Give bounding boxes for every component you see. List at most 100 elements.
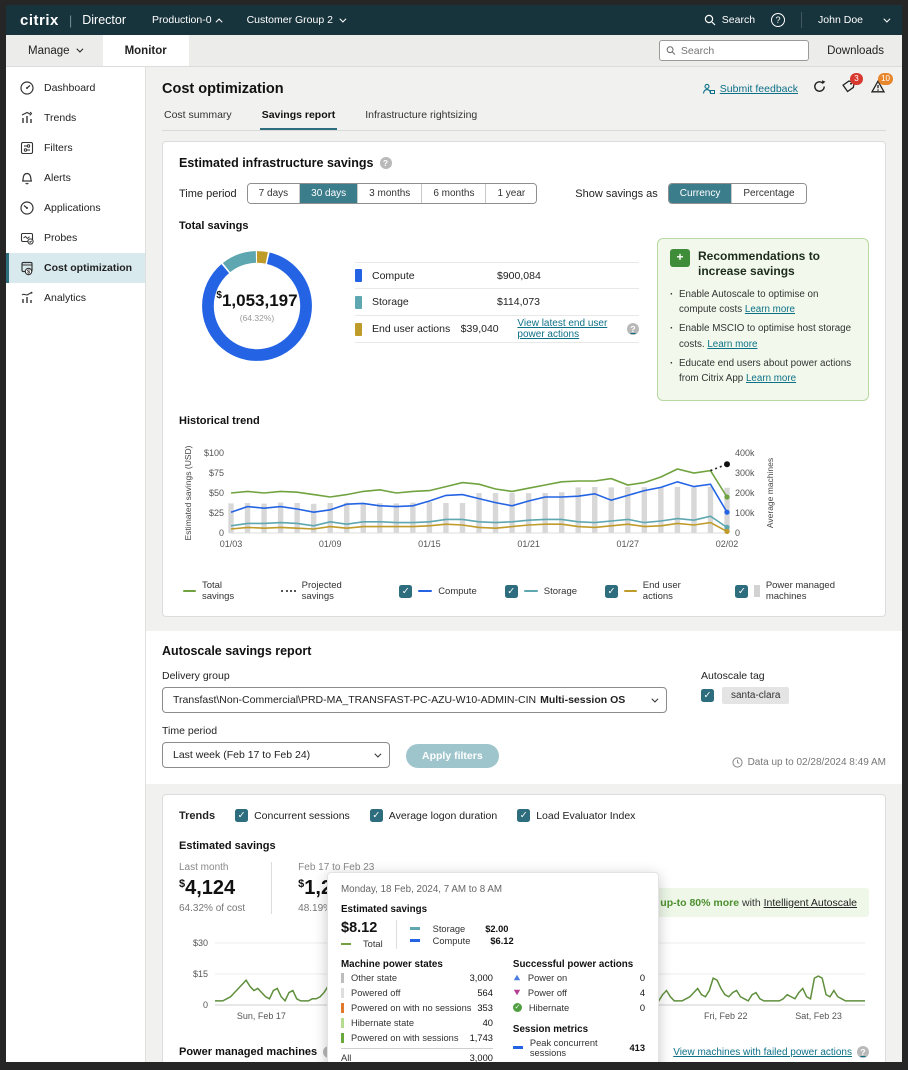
learn-more-link[interactable]: Learn more	[707, 339, 757, 350]
time-period-segmented-control: 7 days 30 days 3 months 6 months 1 year	[247, 183, 538, 204]
svg-text:01/03: 01/03	[220, 539, 243, 549]
legend-projected-savings: Projected savings	[281, 580, 371, 602]
refresh-button[interactable]	[812, 79, 827, 99]
svg-text:0: 0	[219, 528, 224, 538]
chevron-down-icon	[339, 15, 346, 22]
customer-group-selector[interactable]: Customer Group 2	[247, 14, 344, 26]
autoscale-tag-label: Autoscale tag	[701, 670, 789, 682]
section-title: Estimated infrastructure savings	[179, 156, 374, 170]
checkbox-checked[interactable]	[605, 585, 618, 598]
global-search-button[interactable]: Search	[704, 14, 755, 26]
time-period-select[interactable]: Last week (Feb 17 to Feb 24)	[162, 742, 390, 768]
historical-trend-chart[interactable]: $100$75$50$250400k300k200k100k0Estimated…	[179, 439, 869, 576]
estimated-infrastructure-savings-card: Estimated infrastructure savings? Time p…	[162, 141, 886, 617]
recommendations-panel: + Recommendations to increase savings En…	[657, 238, 869, 401]
apply-filters-button[interactable]: Apply filters	[406, 744, 499, 768]
period-3-months[interactable]: 3 months	[357, 184, 421, 203]
tagged-alerts-button[interactable]: 3	[841, 79, 856, 99]
mode-percentage[interactable]: Percentage	[731, 184, 805, 203]
sidebar-item-analytics[interactable]: Analytics	[6, 283, 145, 313]
time-period-label: Time period	[162, 725, 390, 737]
total-savings-donut-chart[interactable]: $1,053,197 (64.32%)	[193, 242, 321, 370]
learn-more-link[interactable]: Learn more	[746, 373, 796, 384]
svg-text:Fri, Feb 22: Fri, Feb 22	[704, 1011, 748, 1021]
help-icon[interactable]: ?	[771, 13, 785, 27]
period-6-months[interactable]: 6 months	[421, 184, 485, 203]
checkbox-checked[interactable]	[399, 585, 412, 598]
checkbox-checked[interactable]	[235, 809, 248, 822]
power-managed-machines-label: Power managed machines	[179, 1046, 317, 1058]
svg-text:100k: 100k	[735, 508, 755, 518]
user-menu[interactable]: John Doe	[818, 14, 888, 26]
chevron-down-icon	[883, 15, 890, 22]
concurrent-sessions-toggle[interactable]: Concurrent sessions	[235, 809, 350, 822]
help-icon[interactable]: ?	[857, 1046, 869, 1058]
tab-savings-report[interactable]: Savings report	[260, 109, 338, 130]
probes-icon	[19, 230, 35, 246]
sidebar-item-trends[interactable]: Trends	[6, 103, 145, 133]
checkbox-checked[interactable]	[370, 809, 383, 822]
legend-total-savings: Total savings	[183, 580, 253, 602]
view-failed-power-actions-link[interactable]: View machines with failed power actions?	[673, 1046, 869, 1058]
svg-text:300k: 300k	[735, 468, 755, 478]
manage-menu[interactable]: Manage	[6, 35, 103, 66]
session-metrics-label: Session metrics	[513, 1024, 645, 1035]
historical-trend-legend: Total savings Projected savings Compute …	[179, 580, 869, 602]
period-1-year[interactable]: 1 year	[485, 184, 536, 203]
autoscale-tag-checkbox[interactable]	[701, 689, 714, 702]
tooltip-total-savings: $8.12	[341, 920, 383, 936]
total-savings-label: Total savings	[179, 220, 869, 232]
learn-more-link[interactable]: Learn more	[745, 304, 795, 315]
checkbox-checked[interactable]	[735, 585, 748, 598]
donut-legend: Compute $900,084 Storage $114,073 End us…	[355, 262, 639, 401]
refresh-icon	[812, 79, 827, 94]
sidebar-item-filters[interactable]: Filters	[6, 133, 145, 163]
storage-swatch	[355, 296, 362, 309]
alerts-button[interactable]: 10	[870, 79, 886, 99]
intelligent-autoscale-link[interactable]: Intelligent Autoscale	[764, 897, 857, 909]
submit-feedback-link[interactable]: Submit feedback	[702, 83, 798, 95]
tab-cost-summary[interactable]: Cost summary	[162, 109, 234, 130]
svg-text:$15: $15	[193, 969, 208, 979]
sidebar-item-dashboard[interactable]: Dashboard	[6, 73, 145, 103]
period-7-days[interactable]: 7 days	[248, 184, 299, 203]
tooltip-estimated-savings-label: Estimated savings	[341, 904, 645, 915]
legend-storage-toggle[interactable]: Storage	[505, 585, 577, 598]
cost-optimization-icon: $	[19, 260, 35, 276]
top-bar: citrix | Director Production-0 Customer …	[6, 5, 902, 35]
sidebar-item-probes[interactable]: Probes	[6, 223, 145, 253]
sidebar-item-cost-optimization[interactable]: $ Cost optimization	[6, 253, 145, 283]
tab-infrastructure-rightsizing[interactable]: Infrastructure rightsizing	[363, 109, 479, 130]
help-icon[interactable]: ?	[380, 157, 392, 169]
sidebar-item-applications[interactable]: Applications	[6, 193, 145, 223]
period-30-days[interactable]: 30 days	[299, 184, 357, 203]
svg-text:0: 0	[735, 528, 740, 538]
environment-selector[interactable]: Production-0	[152, 14, 223, 26]
search-input[interactable]	[681, 45, 802, 57]
view-end-user-power-actions-link[interactable]: View latest end user power actions?	[517, 318, 639, 340]
legend-compute-toggle[interactable]: Compute	[399, 585, 477, 598]
autoscale-tag-chip[interactable]: santa-clara	[722, 687, 789, 704]
filters-icon	[19, 140, 35, 156]
tag-badge: 3	[850, 73, 863, 85]
checkbox-checked[interactable]	[505, 585, 518, 598]
downloads-link[interactable]: Downloads	[827, 45, 884, 57]
load-evaluator-index-toggle[interactable]: Load Evaluator Index	[517, 809, 635, 822]
legend-power-managed-machines-toggle[interactable]: Power managed machines	[735, 580, 869, 602]
svg-text:$30: $30	[193, 938, 208, 948]
data-upto-status: Data up to 02/28/2024 8:49 AM	[732, 757, 886, 768]
checkbox-checked[interactable]	[517, 809, 530, 822]
monitor-tab[interactable]: Monitor	[103, 35, 189, 66]
average-logon-duration-toggle[interactable]: Average logon duration	[370, 809, 497, 822]
alert-badge: 10	[878, 73, 893, 85]
delivery-group-select[interactable]: Transfast\Non-Commercial\PRD-MA_TRANSFAS…	[162, 687, 667, 713]
chevron-down-icon	[651, 695, 658, 702]
citrix-logo: citrix	[20, 12, 59, 29]
console-search-box[interactable]	[659, 40, 809, 61]
svg-text:$75: $75	[209, 468, 224, 478]
mode-currency[interactable]: Currency	[669, 184, 732, 203]
legend-end-user-actions-toggle[interactable]: End user actions	[605, 580, 707, 602]
help-icon[interactable]: ?	[627, 323, 639, 335]
sidebar-item-alerts[interactable]: Alerts	[6, 163, 145, 193]
show-savings-label: Show savings as	[575, 188, 658, 200]
